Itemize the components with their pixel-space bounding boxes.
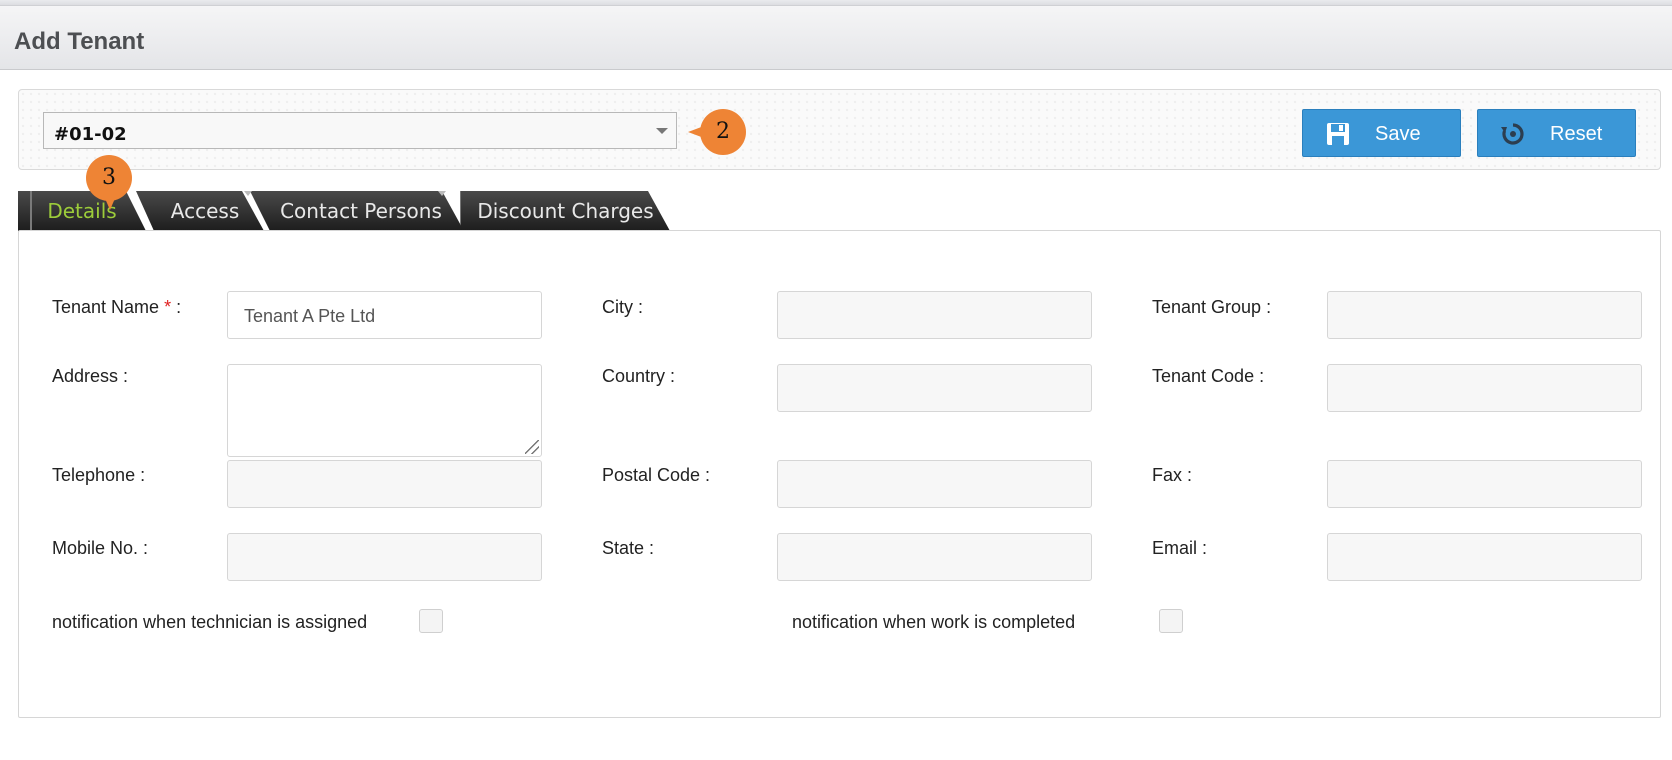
country-label: Country :	[602, 366, 676, 386]
floppy-disk-icon	[1327, 123, 1349, 145]
postal-code-input[interactable]	[777, 460, 1092, 508]
postal-code-label: Postal Code :	[602, 465, 711, 485]
reset-arrow-icon	[1501, 123, 1524, 145]
fax-input[interactable]	[1327, 460, 1642, 508]
tab-details[interactable]: Details	[18, 191, 146, 231]
callout-badge-unit: 2	[700, 109, 746, 155]
tenant-group-input[interactable]	[1327, 291, 1642, 339]
tenant-code-input[interactable]	[1327, 364, 1642, 412]
notify-assigned-label: notification when technician is assigned	[52, 612, 368, 632]
mobile-input[interactable]	[227, 533, 542, 581]
page-header: Add Tenant	[0, 6, 1672, 70]
tenant-name-input[interactable]: Tenant A Pte Ltd	[227, 291, 542, 339]
tenant-group-label: Tenant Group :	[1152, 297, 1272, 317]
email-label: Email :	[1152, 538, 1208, 558]
tenant-code-label: Tenant Code :	[1152, 366, 1265, 386]
notify-completed-label: notification when work is completed	[792, 612, 1076, 632]
tab-contact-persons[interactable]: Contact Persons	[250, 191, 464, 231]
country-input[interactable]	[777, 364, 1092, 412]
fax-label: Fax :	[1152, 465, 1193, 485]
callout-badge-tabs: 3	[86, 155, 132, 201]
notify-completed-checkbox[interactable]	[1159, 609, 1183, 633]
city-input[interactable]	[777, 291, 1092, 339]
tab-divider	[438, 191, 446, 196]
unit-select-value: #01-02	[54, 124, 127, 145]
telephone-input[interactable]	[227, 460, 542, 508]
tab-divider	[30, 191, 32, 231]
unit-select[interactable]: #01-02	[43, 112, 677, 149]
tab-discount-charges[interactable]: Discount Charges	[460, 191, 670, 231]
reset-button-label: Reset	[1550, 123, 1603, 145]
tenant-name-label: Tenant Name * :	[52, 297, 181, 318]
address-label: Address :	[52, 366, 129, 386]
chevron-down-icon	[656, 128, 668, 134]
tab-access[interactable]: Access	[136, 191, 264, 231]
details-panel: Tenant Name * : Tenant A Pte Ltd Address…	[18, 230, 1661, 718]
city-label: City :	[602, 297, 644, 317]
state-label: State :	[602, 538, 655, 558]
resize-grip-icon[interactable]	[525, 440, 539, 454]
reset-button[interactable]: Reset	[1477, 109, 1636, 157]
email-input[interactable]	[1327, 533, 1642, 581]
tenant-name-label-text: Tenant Name	[52, 297, 160, 317]
state-input[interactable]	[777, 533, 1092, 581]
label-colon: :	[171, 297, 182, 317]
address-textarea[interactable]	[227, 364, 542, 457]
tab-divider	[244, 191, 252, 196]
telephone-label: Telephone :	[52, 465, 146, 485]
save-button[interactable]: Save	[1302, 109, 1461, 157]
mobile-label: Mobile No. :	[52, 538, 149, 558]
notify-assigned-checkbox[interactable]	[419, 609, 443, 633]
page-title: Add Tenant	[14, 28, 145, 55]
save-button-label: Save	[1375, 123, 1421, 145]
